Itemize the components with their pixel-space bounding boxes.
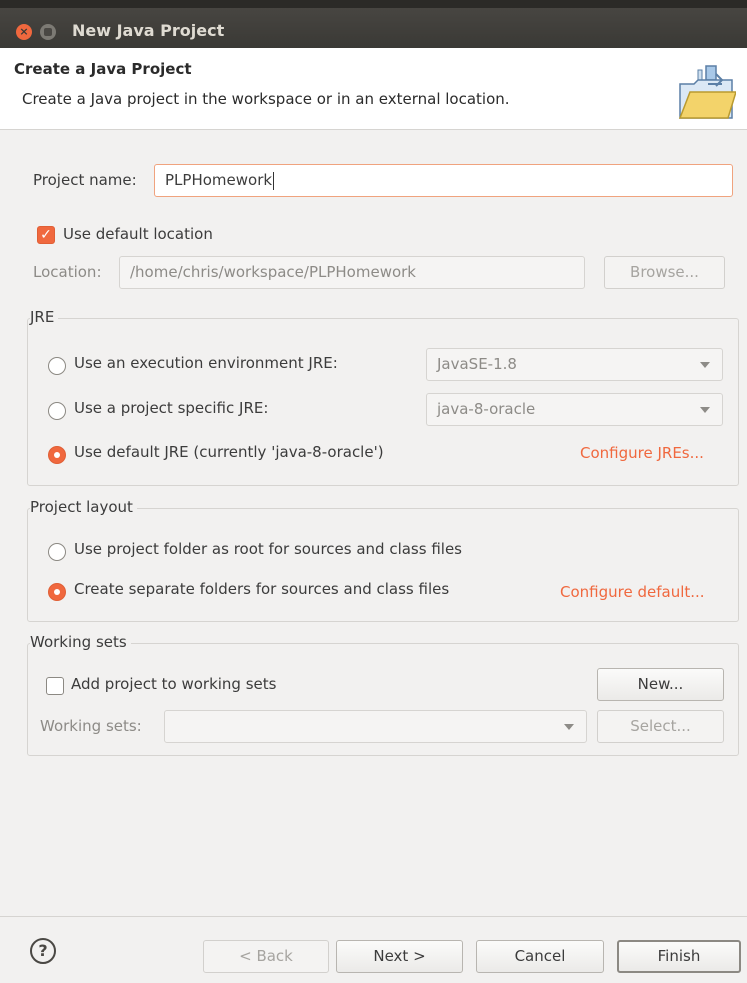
text-caret [273, 171, 275, 190]
jre-default-label[interactable]: Use default JRE (currently 'java-8-oracl… [74, 443, 384, 461]
finish-button[interactable]: Finish [617, 940, 741, 973]
minimize-icon[interactable] [40, 24, 56, 40]
window-titlebar: × New Java Project [0, 0, 747, 48]
project-name-value: PLPHomework [165, 171, 273, 189]
configure-default-link[interactable]: Configure default... [560, 583, 705, 601]
browse-button[interactable]: Browse... [604, 256, 725, 289]
window-title: New Java Project [72, 21, 225, 40]
use-default-location-label[interactable]: Use default location [63, 225, 213, 243]
add-to-working-sets-checkbox[interactable] [46, 677, 64, 695]
chevron-down-icon [564, 724, 574, 730]
layout-project-root-radio[interactable] [48, 543, 66, 561]
execution-environment-value: JavaSE-1.8 [437, 355, 517, 373]
working-sets-legend: Working sets [30, 633, 131, 651]
chevron-down-icon [700, 362, 710, 368]
project-specific-jre-value: java-8-oracle [437, 400, 536, 418]
location-input[interactable]: /home/chris/workspace/PLPHomework [119, 256, 585, 289]
select-working-sets-button[interactable]: Select... [597, 710, 724, 743]
project-name-label: Project name: [33, 171, 137, 189]
page-title: Create a Java Project [14, 60, 192, 78]
chevron-down-icon [700, 407, 710, 413]
layout-project-root-label[interactable]: Use project folder as root for sources a… [74, 540, 462, 558]
wizard-header: Create a Java Project Create a Java proj… [0, 48, 747, 130]
close-icon[interactable]: × [16, 24, 32, 40]
cancel-button[interactable]: Cancel [476, 940, 604, 973]
help-icon[interactable]: ? [30, 938, 56, 964]
working-sets-label: Working sets: [40, 717, 142, 735]
jre-project-specific-label[interactable]: Use a project specific JRE: [74, 399, 268, 417]
next-button[interactable]: Next > [336, 940, 463, 973]
jre-default-radio[interactable] [48, 446, 66, 464]
project-layout-legend: Project layout [30, 498, 137, 516]
project-specific-jre-select[interactable]: java-8-oracle [426, 393, 723, 426]
new-java-project-folder-icon [678, 65, 736, 119]
working-sets-select[interactable] [164, 710, 587, 743]
new-working-set-button[interactable]: New... [597, 668, 724, 701]
jre-execution-environment-label[interactable]: Use an execution environment JRE: [74, 354, 338, 372]
layout-separate-folders-radio[interactable] [48, 583, 66, 601]
configure-jres-link[interactable]: Configure JREs... [580, 444, 704, 462]
jre-project-specific-radio[interactable] [48, 402, 66, 420]
page-description: Create a Java project in the workspace o… [22, 90, 510, 108]
titlebar-top-strip [0, 0, 747, 8]
footer-separator [0, 916, 747, 917]
layout-separate-folders-label[interactable]: Create separate folders for sources and … [74, 580, 449, 598]
jre-group-legend: JRE [30, 308, 59, 326]
back-button[interactable]: < Back [203, 940, 329, 973]
add-to-working-sets-label[interactable]: Add project to working sets [71, 675, 276, 693]
execution-environment-select[interactable]: JavaSE-1.8 [426, 348, 723, 381]
use-default-location-checkbox[interactable]: ✓ [37, 226, 55, 244]
project-layout-group: Project layout [27, 498, 739, 622]
location-label: Location: [33, 263, 102, 281]
jre-execution-environment-radio[interactable] [48, 357, 66, 375]
project-name-input[interactable]: PLPHomework [154, 164, 733, 197]
